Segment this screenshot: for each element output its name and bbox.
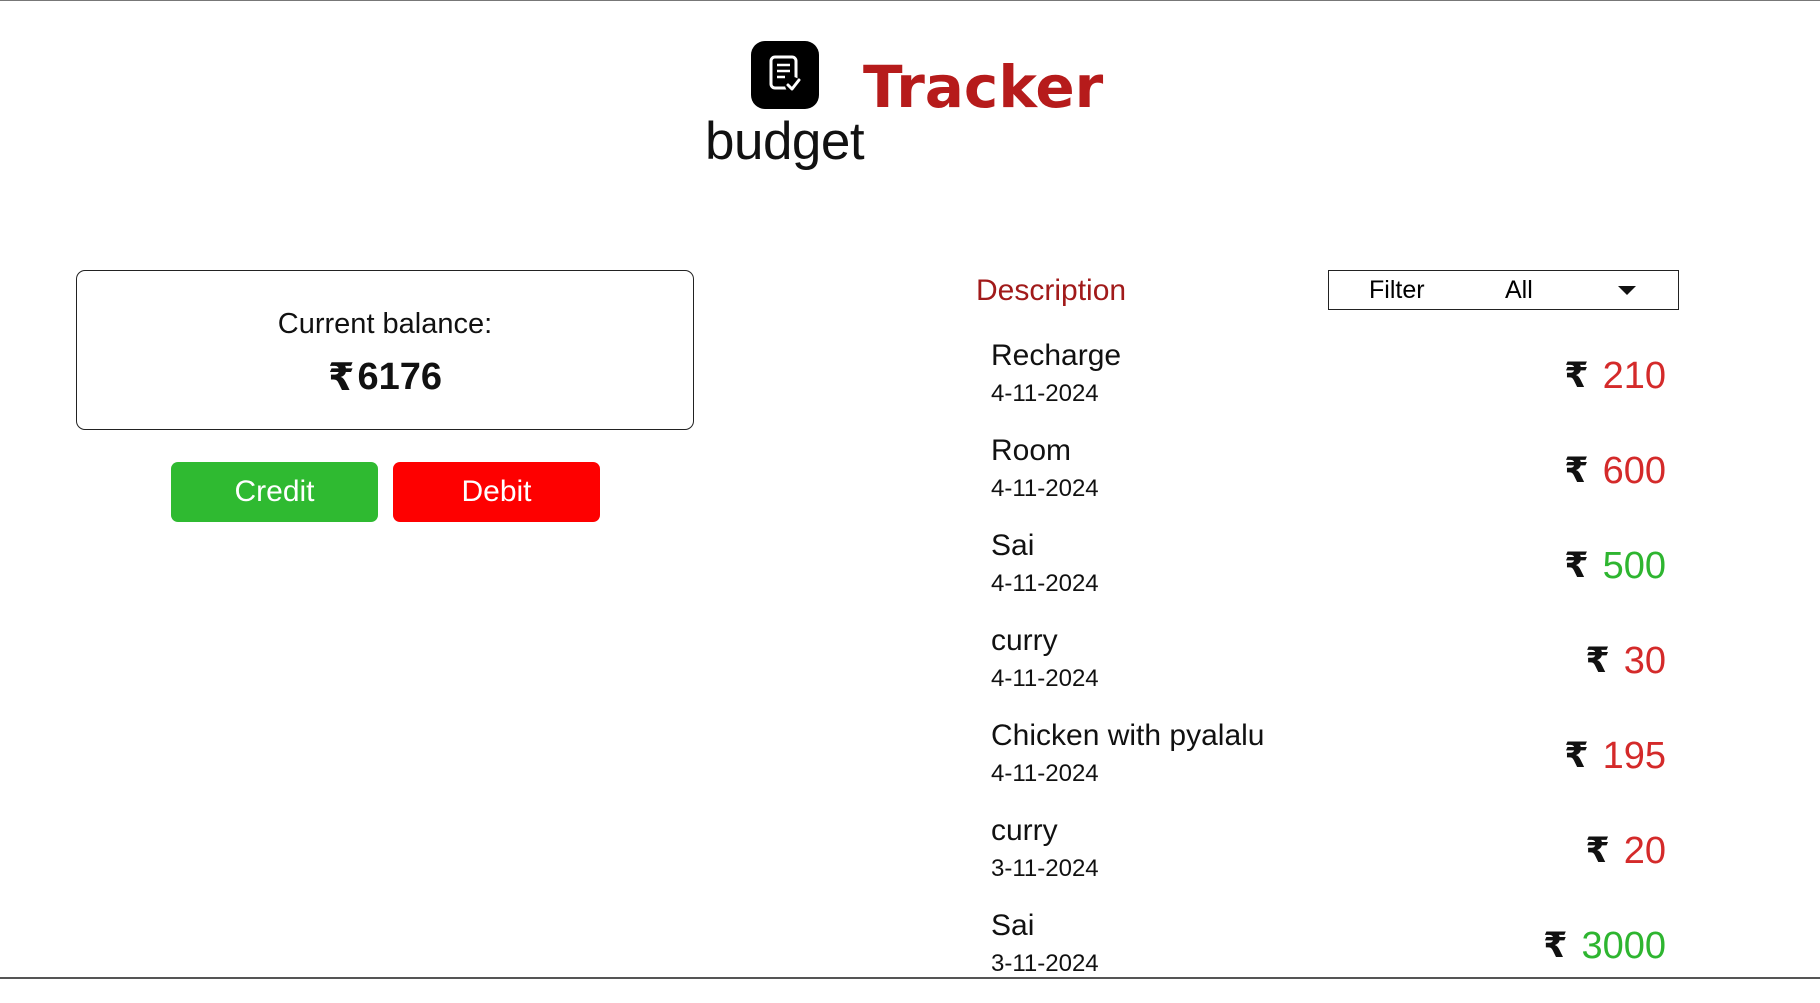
rupee-icon: ₹ (1564, 736, 1589, 776)
transaction-row[interactable]: curry 3-11-2024 ₹ 20 (990, 813, 1666, 908)
transaction-title: Room (991, 434, 1072, 467)
transaction-amount: ₹ 20 (1585, 829, 1666, 873)
caret-down-icon[interactable] (1618, 286, 1636, 295)
rupee-icon: ₹ (1585, 831, 1610, 871)
transaction-row[interactable]: Room 4-11-2024 ₹ 600 (990, 433, 1666, 528)
transaction-row[interactable]: Recharge 4-11-2024 ₹ 210 (990, 338, 1666, 433)
amount-value: 600 (1602, 450, 1666, 492)
receipt-check-icon (769, 55, 801, 93)
transaction-row[interactable]: Chicken with pyalalu 4-11-2024 ₹ 195 (990, 718, 1666, 813)
transaction-date: 3-11-2024 (991, 855, 1099, 882)
transaction-title: Sai (991, 529, 1035, 562)
transaction-amount: ₹ 600 (1564, 449, 1666, 493)
rupee-icon: ₹ (1585, 641, 1610, 681)
transaction-list: Recharge 4-11-2024 ₹ 210 Room 4-11-2024 … (990, 338, 1666, 1003)
amount-value: 20 (1623, 830, 1666, 872)
rupee-icon: ₹ (1543, 926, 1568, 966)
filter-label: Filter (1369, 276, 1425, 304)
transaction-date: 4-11-2024 (991, 665, 1099, 692)
filter-selected-value[interactable]: All (1505, 275, 1533, 305)
transaction-title: Recharge (991, 339, 1122, 372)
transaction-title: Chicken with pyalalu (991, 719, 1265, 752)
brand-budget: budget (705, 112, 865, 171)
description-header: Description (976, 274, 1127, 307)
transaction-date: 4-11-2024 (991, 380, 1099, 407)
transaction-amount: ₹ 500 (1564, 544, 1666, 588)
amount-value: 30 (1623, 640, 1666, 682)
rupee-icon: ₹ (1564, 546, 1589, 586)
balance-label: Current balance: (277, 308, 493, 340)
transaction-date: 4-11-2024 (991, 760, 1099, 787)
transaction-row[interactable]: Sai 4-11-2024 ₹ 500 (990, 528, 1666, 623)
logo (751, 41, 819, 109)
balance-value: 6176 (357, 356, 442, 398)
brand-tracker: Tracker (863, 53, 1104, 121)
debit-button[interactable]: Debit (393, 462, 600, 522)
transaction-row[interactable]: curry 4-11-2024 ₹ 30 (990, 623, 1666, 718)
balance-amount: ₹ 6176 (77, 355, 693, 399)
transaction-date: 4-11-2024 (991, 475, 1099, 502)
transaction-date: 3-11-2024 (991, 950, 1099, 977)
rupee-icon: ₹ (1564, 451, 1589, 491)
balance-card: Current balance: ₹ 6176 (76, 270, 694, 430)
transaction-amount: ₹ 210 (1564, 354, 1666, 398)
top-border (0, 0, 1820, 1)
amount-value: 210 (1602, 355, 1666, 397)
transaction-title: Sai (991, 909, 1035, 942)
filter-select[interactable]: Filter All (1328, 270, 1679, 310)
rupee-icon: ₹ (1564, 356, 1589, 396)
transaction-amount: ₹ 30 (1585, 639, 1666, 683)
transaction-row[interactable]: Sai 3-11-2024 ₹ 3000 (990, 908, 1666, 1003)
transaction-date: 4-11-2024 (991, 570, 1099, 597)
amount-value: 195 (1602, 735, 1666, 777)
rupee-icon: ₹ (328, 355, 355, 399)
transaction-title: curry (991, 814, 1058, 847)
amount-value: 3000 (1581, 925, 1666, 967)
amount-value: 500 (1602, 545, 1666, 587)
credit-button[interactable]: Credit (171, 462, 378, 522)
transaction-amount: ₹ 3000 (1543, 924, 1666, 968)
transaction-amount: ₹ 195 (1564, 734, 1666, 778)
transaction-title: curry (991, 624, 1058, 657)
